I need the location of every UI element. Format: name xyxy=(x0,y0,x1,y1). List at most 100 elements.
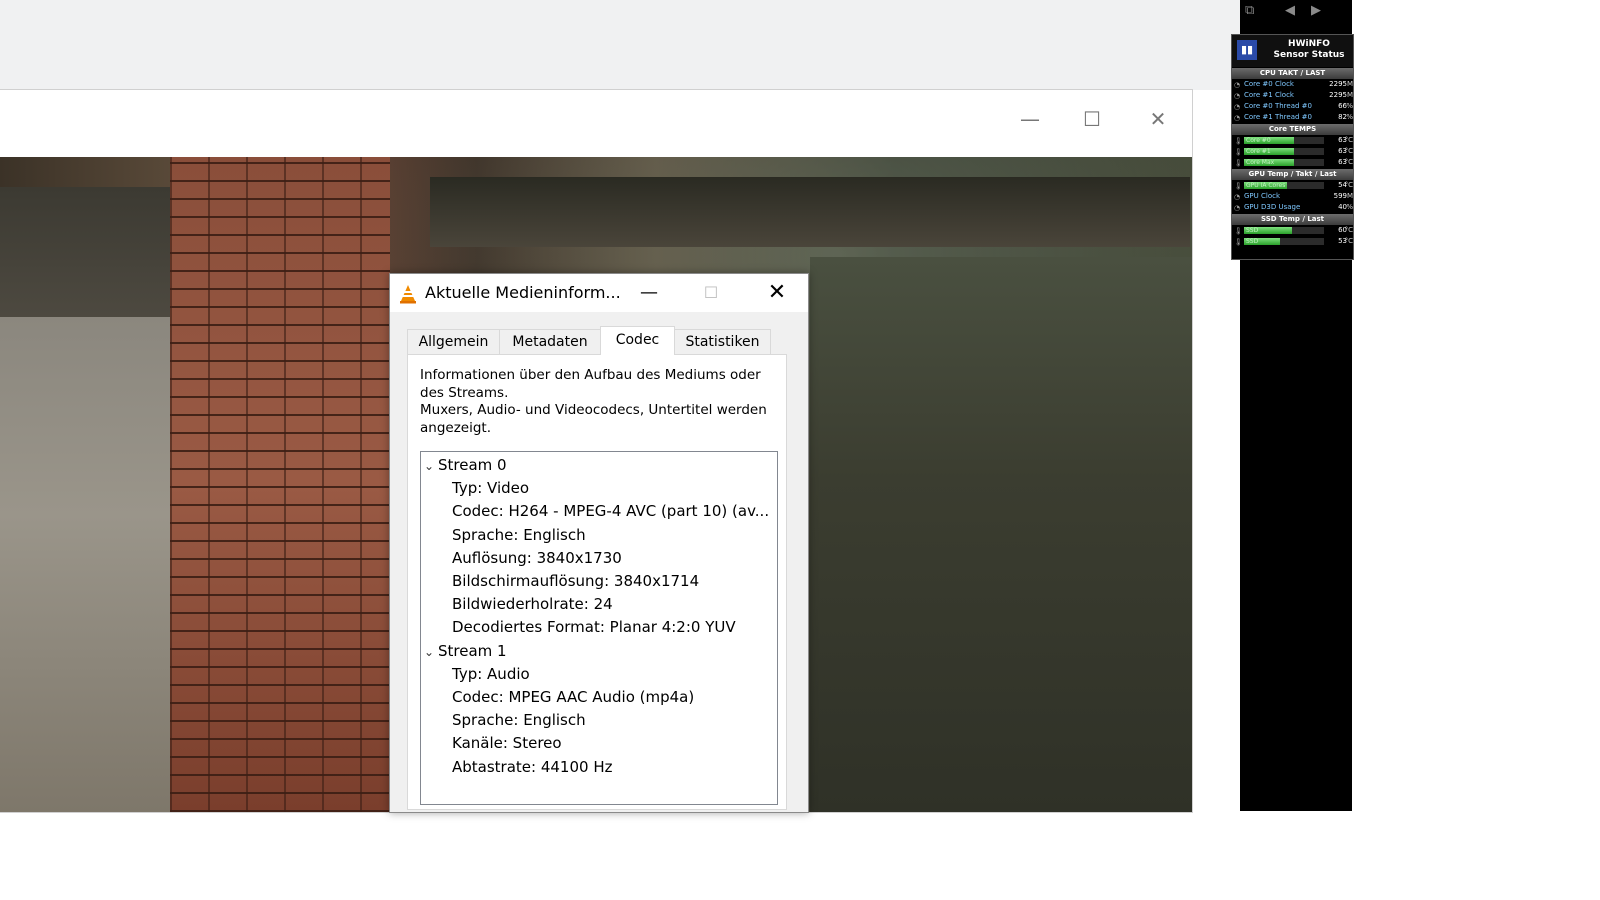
hwinfo-sensor-label: GPU Clock xyxy=(1244,192,1281,200)
hwinfo-sensor-unit: % xyxy=(1346,113,1353,121)
hwinfo-sensor-row: ◔ Core #1 Thread #0 82% xyxy=(1232,112,1353,123)
hwinfo-sensor-unit: °C xyxy=(1344,136,1353,144)
dialog-close-button[interactable]: ✕ xyxy=(762,279,792,307)
hwinfo-sensor-label: Core Max xyxy=(1246,159,1275,166)
hwinfo-sensor-unit: % xyxy=(1346,102,1353,110)
description-line: angezeigt. xyxy=(420,419,492,436)
hwinfo-sensor-unit: % xyxy=(1346,203,1353,211)
stream-label: Stream 1 xyxy=(438,641,507,660)
stream-property[interactable]: Codec: H264 - MPEG-4 AVC (part 10) (av..… xyxy=(452,500,769,523)
hwinfo-sensor-value: 2295 xyxy=(1329,91,1347,99)
codec-description: Informationen über den Aufbau des Medium… xyxy=(420,367,770,437)
scene-brick-column xyxy=(170,157,390,812)
hwinfo-sensor-label: SSD xyxy=(1246,238,1259,245)
vlc-cone-icon xyxy=(400,285,416,304)
stream-property[interactable]: Codec: MPEG AAC Audio (mp4a) xyxy=(452,686,694,709)
hwinfo-sensor-unit: M xyxy=(1346,80,1353,88)
tab-statistiken[interactable]: Statistiken xyxy=(674,329,771,355)
scene-left-wall xyxy=(0,317,170,812)
desktop-background xyxy=(0,0,1240,90)
hwinfo-sensor-label: Core #1 Thread #0 xyxy=(1244,113,1312,121)
scene-mossy-wall xyxy=(810,257,1192,812)
stream-label: Stream 0 xyxy=(438,456,507,474)
stream-node[interactable]: ⌄ Stream 1 xyxy=(424,640,507,663)
stream-tree[interactable]: ⌄ Stream 0 Typ: Video Codec: H264 - MPEG-4 … xyxy=(420,451,778,805)
hwinfo-sensor-row: ◔ Core #0 Thread #0 66% xyxy=(1232,101,1353,112)
description-line: Informationen über den Aufbau des Medium… xyxy=(420,367,761,383)
hwinfo-sensor-bar: SSD xyxy=(1244,227,1324,234)
hwinfo-logo-icon: ▮▮ xyxy=(1237,40,1257,60)
arrow-left-icon[interactable]: ◀ xyxy=(1285,3,1295,18)
tab-codec[interactable]: Codec xyxy=(600,326,675,355)
arrow-right-icon[interactable]: ▶ xyxy=(1311,3,1321,18)
chevron-down-icon[interactable]: ⌄ xyxy=(424,641,438,664)
hwinfo-sensor-row: ◔ GPU D3D Usage 40% xyxy=(1232,202,1353,213)
hwinfo-section-title: GPU Temp / Takt / Last xyxy=(1232,169,1353,180)
stream-property[interactable]: Abtastrate: 44100 Hz xyxy=(452,756,612,779)
stream-property[interactable]: Kanäle: Stereo xyxy=(452,732,562,755)
stream-property[interactable]: Bildschirmauflösung: 3840x1714 xyxy=(452,570,699,593)
stream-property[interactable]: Sprache: Englisch xyxy=(452,709,586,732)
tab-allgemein[interactable]: Allgemein xyxy=(407,329,500,355)
scene-ceiling-beam xyxy=(430,177,1190,247)
dialog-title: Aktuelle Medieninform... xyxy=(425,283,621,302)
hwinfo-sensor-bar: GPU IA Cores xyxy=(1244,182,1324,189)
hwinfo-title-line2: Sensor Status xyxy=(1273,50,1345,60)
stream-property[interactable]: Decodiertes Format: Planar 4:2:0 YUV xyxy=(452,616,736,639)
windows-icon[interactable]: ⧉ xyxy=(1245,3,1254,18)
gauge-icon: ◔ xyxy=(1234,114,1241,122)
hwinfo-sensor-row: ◔ Core #0 Clock 2295 M xyxy=(1232,79,1353,90)
media-info-dialog: Aktuelle Medieninform... — ☐ ✕ Allgemein… xyxy=(389,273,809,813)
hwinfo-sensor-value: 2295 xyxy=(1329,80,1347,88)
hwinfo-sensor-label: Core #1 xyxy=(1246,148,1271,155)
vlc-titlebar[interactable]: — ☐ ✕ xyxy=(0,90,1192,157)
hwinfo-sensor-row: 🌡 Core Max 63 °C xyxy=(1232,157,1353,168)
hwinfo-section-title: Core TEMPS xyxy=(1232,124,1353,135)
hwinfo-title: HWiNFO Sensor Status xyxy=(1266,39,1352,61)
hwinfo-sensor-bar: Core #1 xyxy=(1244,148,1324,155)
hwinfo-sensor-value: 599 xyxy=(1333,192,1347,200)
hwinfo-sensor-row: 🌡 SSD 60 °C xyxy=(1232,225,1353,236)
hwinfo-sensor-row: ◔ Core #1 Clock 2295 M xyxy=(1232,90,1353,101)
hwinfo-sensor-label: GPU IA Cores xyxy=(1246,182,1286,189)
close-button[interactable]: ✕ xyxy=(1138,104,1178,134)
thermometer-icon: 🌡 xyxy=(1234,238,1243,246)
description-line: des Streams. xyxy=(420,384,509,401)
minimize-button[interactable]: — xyxy=(1010,104,1050,134)
codec-tab-panel: Informationen über den Aufbau des Medium… xyxy=(407,354,787,810)
hwinfo-sensor-label: SSD xyxy=(1246,227,1259,234)
stream-property[interactable]: Typ: Video xyxy=(452,477,529,500)
hwinfo-sensor-row: ◔ GPU Clock 599 M xyxy=(1232,191,1353,202)
hwinfo-sensor-row: 🌡 GPU IA Cores 54 °C xyxy=(1232,180,1353,191)
maximize-button[interactable]: ☐ xyxy=(1072,104,1112,134)
dialog-maximize-button: ☐ xyxy=(703,283,719,302)
hwinfo-sensor-unit: M xyxy=(1346,192,1353,200)
hwinfo-header: ▮▮ HWiNFO Sensor Status xyxy=(1232,35,1353,67)
stream-property[interactable]: Typ: Audio xyxy=(452,663,530,686)
hwinfo-sensor-label: Core #0 Clock xyxy=(1244,80,1294,88)
hwinfo-sensor-unit: °C xyxy=(1344,147,1353,155)
description-line: Muxers, Audio- und Videocodecs, Untertit… xyxy=(420,402,767,418)
hwinfo-sensor-label: Core #1 Clock xyxy=(1244,91,1294,99)
hwinfo-section-title: SSD Temp / Last xyxy=(1232,214,1353,225)
hwinfo-sensor-unit: °C xyxy=(1344,158,1353,166)
dialog-minimize-button[interactable]: — xyxy=(634,279,664,307)
stream-property[interactable]: Sprache: Englisch xyxy=(452,524,586,547)
hwinfo-sensor-row: 🌡 SSD 53 °C xyxy=(1232,236,1353,247)
hwinfo-sensor-unit: °C xyxy=(1344,181,1353,189)
hwinfo-sensor-label: Core #0 xyxy=(1246,137,1271,144)
tab-metadaten[interactable]: Metadaten xyxy=(499,329,601,355)
hwinfo-sensor-unit: M xyxy=(1346,91,1353,99)
hwinfo-sensor-panel: ▮▮ HWiNFO Sensor Status CPU TAKT / LAST ◔… xyxy=(1231,34,1354,260)
hwinfo-sensor-label: Core #0 Thread #0 xyxy=(1244,102,1312,110)
hwinfo-sensor-bar: Core Max xyxy=(1244,159,1324,166)
stream-node[interactable]: ⌄ Stream 0 xyxy=(424,454,507,477)
chevron-down-icon[interactable]: ⌄ xyxy=(424,455,438,478)
stream-property[interactable]: Bildwiederholrate: 24 xyxy=(452,593,613,616)
hwinfo-title-line1: HWiNFO xyxy=(1288,39,1330,49)
hwinfo-sensor-unit: °C xyxy=(1344,226,1353,234)
stream-property[interactable]: Auflösung: 3840x1730 xyxy=(452,547,622,570)
dialog-titlebar[interactable]: Aktuelle Medieninform... — ☐ ✕ xyxy=(390,274,808,312)
gauge-icon: ◔ xyxy=(1234,204,1241,212)
hwinfo-section-title: CPU TAKT / LAST xyxy=(1232,68,1353,79)
